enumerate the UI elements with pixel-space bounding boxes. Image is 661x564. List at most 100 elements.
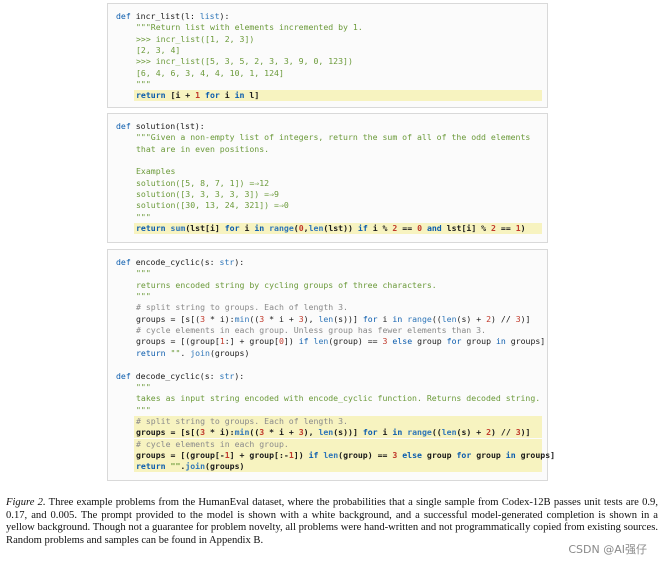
code-token: and	[422, 223, 447, 234]
figure-caption: Figure 2. Three example problems from th…	[6, 497, 658, 547]
prompt-code-line: that are in even positions.	[116, 144, 542, 155]
code-token: if	[298, 336, 314, 347]
code-token: len	[313, 336, 329, 347]
code-token: """	[136, 211, 151, 222]
code-token: for	[362, 427, 383, 438]
code-token: group	[476, 449, 506, 460]
prompt-code-line: def decode_cyclic(s: str):	[116, 371, 542, 382]
code-token: (lst[i]	[185, 223, 225, 234]
code-token: range	[407, 427, 432, 438]
code-token: [i +	[170, 90, 196, 101]
code-token: """	[136, 79, 151, 90]
code-token: groups = [(group[-	[136, 449, 225, 460]
code-token: in	[254, 223, 270, 234]
code-token: if	[308, 449, 324, 460]
code-token: for	[200, 90, 225, 101]
code-token: in	[505, 449, 521, 460]
prompt-code-line	[116, 359, 542, 370]
prompt-code-line: """	[116, 291, 542, 302]
prompt-code-line: def encode_cyclic(s: str):	[116, 257, 542, 268]
prompt-code-line: solution([3, 3, 3, 3, 3]) =⇒9	[116, 189, 542, 200]
code-token: # split string to groups. Each of length…	[136, 415, 348, 426]
completion-code-line: return [i + 1 for i in l]	[134, 90, 542, 102]
code-token: list	[199, 11, 220, 21]
code-token: str	[219, 257, 235, 267]
code-token: (group) ==	[328, 336, 383, 347]
code-token: )]	[520, 427, 531, 438]
prompt-code-line: """Given a non-empty list of integers, r…	[116, 132, 542, 143]
code-token: solution([3, 3, 3, 3, 3]) =⇒9	[136, 189, 279, 200]
code-token: """Given a non-empty list of integers, r…	[136, 132, 531, 143]
code-token: join	[190, 347, 210, 358]
code-token: ) //	[491, 313, 516, 324]
code-token: else	[387, 336, 418, 347]
code-token: min	[234, 427, 250, 438]
prompt-code-line: return "". join(groups)	[116, 348, 542, 359]
code-panel-solution: def solution(lst): """Given a non-empty l…	[107, 113, 548, 243]
completion-code-line: return sum(lst[i] for i in range(0,len(l…	[134, 223, 542, 235]
code-token: for	[224, 223, 245, 234]
code-token: )	[520, 223, 526, 234]
code-token: (lst))	[323, 223, 358, 234]
code-token: def	[116, 370, 136, 381]
code-token: ((	[249, 427, 260, 438]
code-token: return	[136, 223, 171, 234]
code-token: * i +	[264, 313, 299, 324]
code-panel-cyclic: def encode_cyclic(s: str): """ returns enc…	[107, 249, 555, 481]
prompt-code-line: def incr_list(l: list):	[116, 11, 542, 22]
prompt-code-line: [6, 4, 6, 3, 4, 4, 10, 1, 124]	[116, 68, 542, 79]
code-panel-incr-list: def incr_list(l: list): """Return list wi…	[107, 3, 548, 108]
code-token: ),	[303, 313, 319, 324]
code-token: len	[308, 223, 324, 234]
prompt-code-line: solution([5, 8, 7, 1]) =⇒12	[116, 178, 542, 189]
prompt-code-line: """	[116, 268, 542, 279]
code-token: l]	[249, 90, 260, 101]
code-token: incr_list(l:	[135, 11, 200, 21]
code-token: ((	[431, 427, 442, 438]
code-token: def	[116, 121, 136, 131]
prompt-code-line: """	[116, 382, 542, 393]
prompt-code-line	[116, 155, 542, 166]
code-token: in	[234, 90, 250, 101]
code-token: .	[180, 347, 191, 358]
code-token: ),	[303, 427, 319, 438]
code-token: return	[136, 347, 171, 358]
code-token: len	[318, 313, 334, 324]
code-token: lst[i] %	[446, 223, 492, 234]
code-token: ])	[293, 449, 309, 460]
code-token: for	[362, 313, 383, 324]
prompt-code-line: Examples	[116, 166, 542, 177]
code-token: (s) +	[456, 427, 487, 438]
code-token: takes as input string encoded with encod…	[136, 393, 541, 404]
code-token: groups]	[510, 336, 546, 347]
prompt-code-line: [2, 3, 4]	[116, 45, 542, 56]
code-token: len	[318, 427, 334, 438]
code-token: return	[136, 461, 171, 472]
code-token: ((	[249, 313, 260, 324]
code-token: if	[357, 223, 373, 234]
code-token: """	[136, 381, 151, 392]
code-token: ] + group[:-	[229, 449, 289, 460]
code-token: i	[224, 90, 235, 101]
code-token: solution([5, 8, 7, 1]) =⇒12	[136, 177, 270, 188]
code-token: returns encoded string by cycling groups…	[136, 279, 437, 290]
code-token: i %	[372, 223, 393, 234]
code-token: """	[136, 404, 151, 415]
code-token: group	[466, 336, 496, 347]
code-token: [2, 3, 4]	[136, 45, 181, 56]
code-token: def	[116, 257, 136, 267]
code-token: (s) +	[456, 313, 487, 324]
code-token: group	[426, 449, 457, 460]
code-token: join	[185, 461, 206, 472]
code-token: * i +	[264, 427, 299, 438]
code-token: solution(lst):	[135, 121, 205, 131]
prompt-code-line: groups = [(group[1:] + group[0]) if len(…	[116, 336, 545, 347]
watermark: CSDN @AI强仔	[568, 541, 647, 557]
code-token: """	[136, 291, 151, 302]
code-token: (groups)	[209, 347, 250, 358]
code-token: def	[116, 11, 136, 21]
prompt-code-line: returns encoded string by cycling groups…	[116, 280, 542, 291]
code-token: i	[382, 313, 393, 324]
code-token: * i):	[205, 427, 235, 438]
code-token: """	[136, 268, 151, 279]
